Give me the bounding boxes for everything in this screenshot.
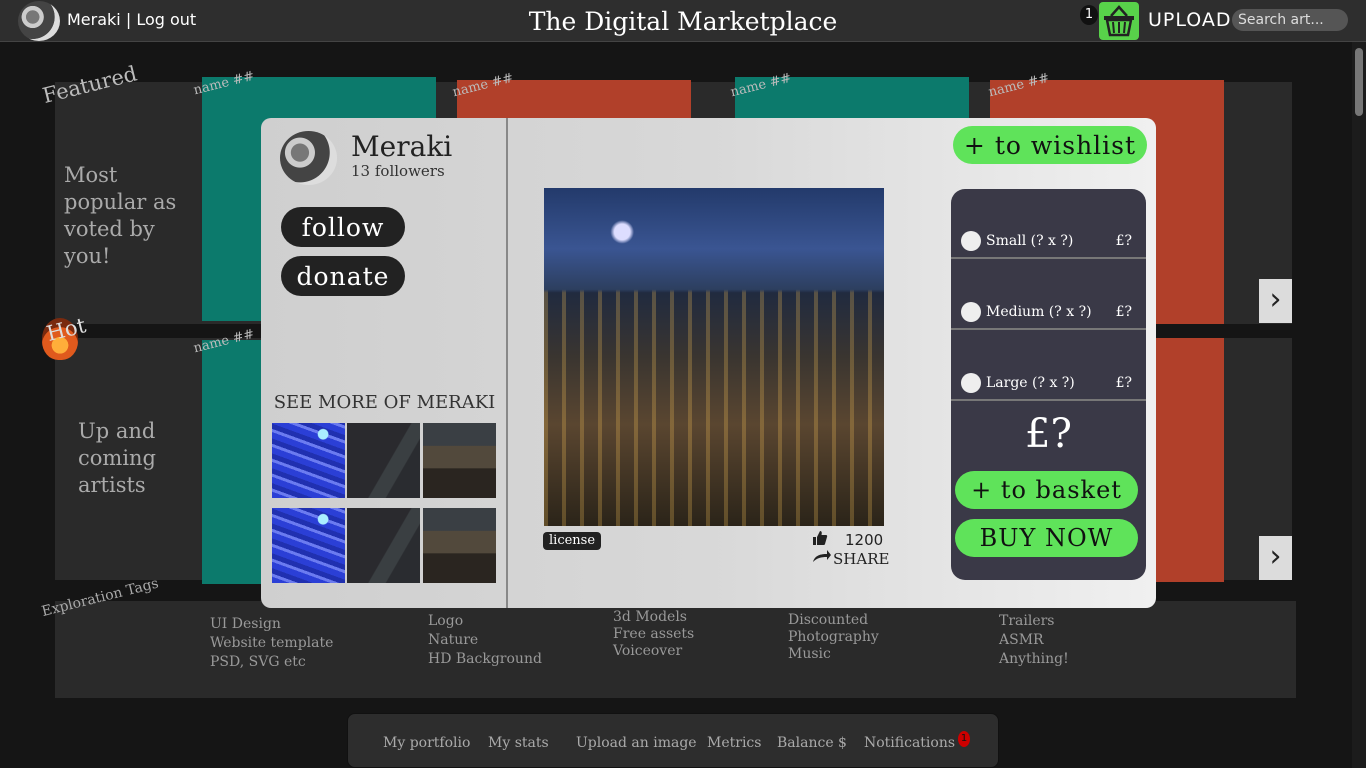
license-tag[interactable]: license bbox=[543, 532, 602, 550]
buy-now-button[interactable]: BUY NOW bbox=[955, 519, 1138, 557]
artist-thumbnail[interactable] bbox=[272, 508, 345, 583]
hot-description: Up and coming artists bbox=[78, 419, 157, 497]
artist-thumbnail[interactable] bbox=[347, 423, 420, 498]
size-label: Large (? x ?) bbox=[986, 375, 1075, 391]
size-option-large[interactable]: Large (? x ?) £? bbox=[951, 331, 1146, 401]
artist-avatar[interactable] bbox=[280, 131, 337, 185]
size-radio[interactable] bbox=[961, 231, 981, 251]
featured-next-button[interactable]: › bbox=[1259, 279, 1292, 323]
donate-button[interactable]: donate bbox=[281, 256, 405, 296]
size-option-small[interactable]: Small (? x ?) £? bbox=[951, 189, 1146, 259]
artwork-modal: Meraki 13 followers follow donate SEE MO… bbox=[261, 118, 1156, 608]
scrollbar-thumb[interactable] bbox=[1355, 48, 1363, 116]
tag-link[interactable]: Trailers bbox=[999, 612, 1069, 631]
logout-link[interactable]: Log out bbox=[136, 10, 196, 29]
artwork-image bbox=[544, 188, 884, 526]
nav-my-portfolio[interactable]: My portfolio bbox=[383, 735, 470, 751]
tag-link[interactable]: Free assets bbox=[613, 626, 694, 643]
nav-balance[interactable]: Balance $ bbox=[777, 735, 847, 751]
size-label: Medium (? x ?) bbox=[986, 304, 1092, 320]
user-links: Meraki | Log out bbox=[67, 10, 196, 29]
size-radio[interactable] bbox=[961, 373, 981, 393]
artist-name[interactable]: Meraki bbox=[351, 130, 452, 163]
tag-column: Discounted Photography Music bbox=[788, 612, 879, 663]
size-radio[interactable] bbox=[961, 302, 981, 322]
user-avatar[interactable] bbox=[18, 1, 60, 41]
artist-thumbnail[interactable] bbox=[423, 508, 496, 583]
nav-upload-image[interactable]: Upload an image bbox=[576, 735, 697, 751]
tag-column: Logo Nature HD Background bbox=[428, 612, 542, 669]
top-bar: Meraki | Log out The Digital Marketplace… bbox=[0, 0, 1366, 42]
tag-link[interactable]: UI Design bbox=[210, 615, 333, 634]
artist-followers: 13 followers bbox=[351, 162, 445, 180]
tag-link[interactable]: Photography bbox=[788, 629, 879, 646]
basket-icon[interactable] bbox=[1099, 2, 1139, 40]
artist-panel: Meraki 13 followers follow donate SEE MO… bbox=[261, 118, 508, 608]
chevron-right-icon: › bbox=[1269, 282, 1282, 317]
chevron-right-icon: › bbox=[1269, 539, 1282, 574]
upload-link[interactable]: UPLOAD bbox=[1148, 9, 1232, 31]
tag-link[interactable]: 3d Models bbox=[613, 609, 694, 626]
hot-next-button[interactable]: › bbox=[1259, 536, 1292, 580]
bottom-nav: My portfolio My stats Upload an image Me… bbox=[347, 713, 999, 768]
tag-link[interactable]: Music bbox=[788, 646, 879, 663]
size-price: £? bbox=[1115, 375, 1132, 391]
add-to-wishlist-button[interactable]: + to wishlist bbox=[953, 126, 1147, 164]
artist-thumbnail[interactable] bbox=[423, 423, 496, 498]
size-option-medium[interactable]: Medium (? x ?) £? bbox=[951, 260, 1146, 330]
share-arrow-icon[interactable] bbox=[812, 549, 832, 567]
tag-link[interactable]: Website template bbox=[210, 634, 333, 653]
tag-link[interactable]: ASMR bbox=[999, 631, 1069, 650]
tag-column: UI Design Website template PSD, SVG etc bbox=[210, 615, 333, 672]
tag-link[interactable]: Discounted bbox=[788, 612, 879, 629]
size-price: £? bbox=[1115, 233, 1132, 249]
artist-thumbnail[interactable] bbox=[272, 423, 345, 498]
tag-link[interactable]: Logo bbox=[428, 612, 542, 631]
nav-my-stats[interactable]: My stats bbox=[488, 735, 549, 751]
thumbs-up-icon[interactable] bbox=[812, 530, 828, 546]
tag-link[interactable]: PSD, SVG etc bbox=[210, 653, 333, 672]
share-link[interactable]: SHARE bbox=[833, 550, 889, 568]
nav-notifications[interactable]: Notifications bbox=[864, 735, 955, 751]
add-to-basket-button[interactable]: + to basket bbox=[955, 471, 1138, 509]
tag-link[interactable]: Nature bbox=[428, 631, 542, 650]
see-more-heading: SEE MORE OF MERAKI bbox=[273, 392, 496, 413]
basket-button[interactable]: 1 bbox=[1080, 2, 1140, 40]
basket-count-badge: 1 bbox=[1080, 5, 1098, 25]
notification-count-badge: 1 bbox=[958, 731, 970, 747]
total-price: £? bbox=[1025, 411, 1072, 457]
user-links-separator: | bbox=[120, 10, 137, 29]
tag-link[interactable]: HD Background bbox=[428, 650, 542, 669]
size-price: £? bbox=[1115, 304, 1132, 320]
tag-column: 3d Models Free assets Voiceover bbox=[613, 609, 694, 660]
featured-description: Most popular as voted by you! bbox=[64, 163, 177, 268]
tag-column: Trailers ASMR Anything! bbox=[999, 612, 1069, 669]
search-input[interactable] bbox=[1232, 9, 1348, 31]
tag-link[interactable]: Voiceover bbox=[613, 643, 694, 660]
user-name-link[interactable]: Meraki bbox=[67, 10, 121, 29]
size-label: Small (? x ?) bbox=[986, 233, 1074, 249]
nav-metrics[interactable]: Metrics bbox=[707, 735, 761, 751]
follow-button[interactable]: follow bbox=[281, 207, 405, 247]
tag-link[interactable]: Anything! bbox=[999, 650, 1069, 669]
artist-thumbnail[interactable] bbox=[347, 508, 420, 583]
page-scrollbar[interactable] bbox=[1352, 42, 1366, 768]
like-count: 1200 bbox=[845, 531, 884, 549]
price-panel: Small (? x ?) £? Medium (? x ?) £? Large… bbox=[951, 189, 1146, 580]
